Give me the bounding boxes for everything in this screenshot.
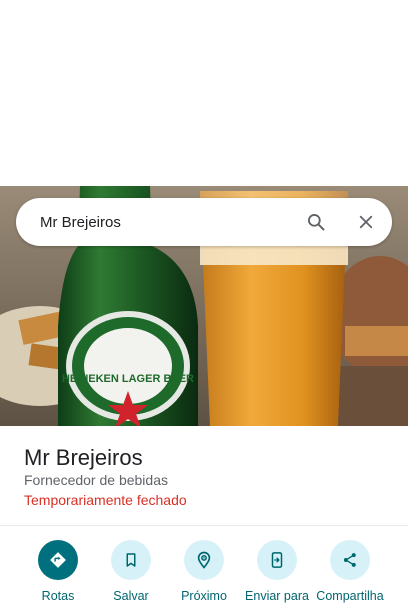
send-to-phone-icon <box>271 552 283 568</box>
directions-button-circle[interactable] <box>38 540 78 580</box>
action-bar: Rotas Salvar Próximo Enviar para Compart… <box>0 540 408 612</box>
share-button-circle[interactable] <box>330 540 370 580</box>
save-label: Salvar <box>113 589 149 603</box>
share-button[interactable]: Compartilha <box>313 540 387 603</box>
share-label: Compartilha <box>316 589 384 603</box>
bottle-label-recipe: ORIGINAL RECIPE <box>106 353 150 359</box>
save-button[interactable]: Salvar <box>94 540 168 603</box>
place-status: Temporariamente fechado <box>24 492 187 508</box>
search-input[interactable]: Mr Brejeiros <box>16 214 296 231</box>
bookmark-icon <box>126 553 136 567</box>
save-button-circle[interactable] <box>111 540 151 580</box>
search-button[interactable] <box>296 202 336 242</box>
nearby-icon <box>197 551 211 569</box>
bottle-label-text: HEINEKEN LAGER BEER <box>62 373 194 385</box>
search-bar[interactable]: Mr Brejeiros <box>16 198 392 246</box>
place-page: HEINEKEN LAGER BEER ORIGINAL RECIPE Mr B… <box>0 0 408 612</box>
directions-icon <box>50 552 66 568</box>
place-title: Mr Brejeiros <box>24 445 143 470</box>
send-to-phone-button[interactable]: Enviar para <box>240 540 314 603</box>
nearby-button[interactable]: Próximo <box>167 540 241 603</box>
send-to-phone-button-circle[interactable] <box>257 540 297 580</box>
directions-button[interactable]: Rotas <box>21 540 95 603</box>
search-icon <box>308 214 325 231</box>
close-icon <box>359 215 373 229</box>
divider <box>0 525 408 526</box>
share-icon <box>343 553 356 567</box>
send-to-phone-label: Enviar para <box>245 589 309 603</box>
clear-search-button[interactable] <box>346 202 386 242</box>
directions-label: Rotas <box>41 589 75 603</box>
place-category: Fornecedor de bebidas <box>24 472 168 488</box>
nearby-button-circle[interactable] <box>184 540 224 580</box>
nearby-label: Próximo <box>181 589 227 603</box>
